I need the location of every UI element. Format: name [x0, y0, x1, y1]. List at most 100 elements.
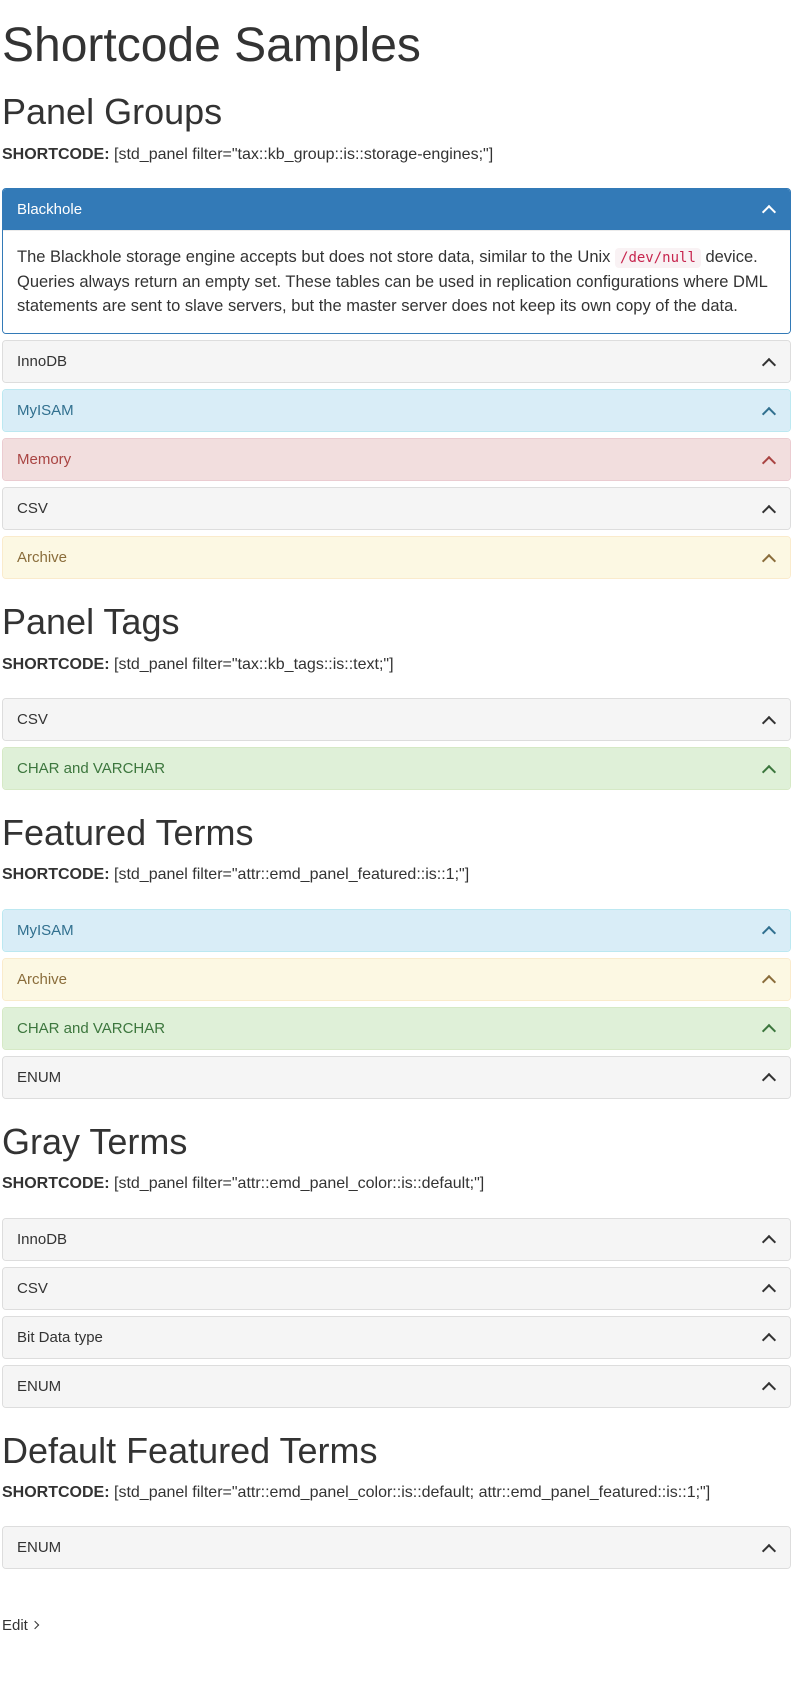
panel: Archive [2, 958, 791, 1001]
panel: MyISAM [2, 389, 791, 432]
panel-group: ENUM [2, 1526, 791, 1569]
panel-title: Archive [17, 547, 67, 568]
panel-header[interactable]: ENUM [3, 1366, 790, 1407]
panel-title: Bit Data type [17, 1327, 103, 1348]
panel: MyISAM [2, 909, 791, 952]
panel: ENUM [2, 1365, 791, 1408]
shortcode-line: SHORTCODE: [std_panel filter="tax::kb_gr… [2, 144, 791, 166]
panel-title: InnoDB [17, 1229, 67, 1250]
panel-title: ENUM [17, 1376, 61, 1397]
chevron-up-icon [762, 453, 776, 467]
shortcode-value: [std_panel filter="tax::kb_tags::is::tex… [110, 656, 394, 673]
section-title: Default Featured Terms [2, 1426, 791, 1476]
panel-header[interactable]: InnoDB [3, 1219, 790, 1260]
panel: CHAR and VARCHAR [2, 747, 791, 790]
panel-title: CSV [17, 1278, 48, 1299]
chevron-up-icon [762, 1070, 776, 1084]
panel: CSV [2, 487, 791, 530]
shortcode-label: SHORTCODE: [2, 146, 110, 163]
panel-title: MyISAM [17, 400, 74, 421]
panel: Memory [2, 438, 791, 481]
panel-body: The Blackhole storage engine accepts but… [3, 230, 790, 333]
panel-title: ENUM [17, 1067, 61, 1088]
chevron-up-icon [762, 502, 776, 516]
section-title: Gray Terms [2, 1117, 791, 1167]
panel-header[interactable]: CSV [3, 488, 790, 529]
panel-title: MyISAM [17, 920, 74, 941]
panel-group: MyISAM Archive CHAR and VARCHAR ENUM [2, 909, 791, 1099]
shortcode-line: SHORTCODE: [std_panel filter="tax::kb_ta… [2, 654, 791, 676]
panel-title: Blackhole [17, 199, 82, 220]
panel-title: Archive [17, 969, 67, 990]
chevron-up-icon [762, 1281, 776, 1295]
chevron-up-icon [762, 1232, 776, 1246]
chevron-up-icon [762, 972, 776, 986]
shortcode-value: [std_panel filter="attr::emd_panel_color… [110, 1484, 711, 1501]
chevron-up-icon [762, 202, 776, 216]
panel: CSV [2, 698, 791, 741]
panel-header[interactable]: CHAR and VARCHAR [3, 1008, 790, 1049]
code-inline: /dev/null [615, 248, 701, 268]
chevron-up-icon [762, 762, 776, 776]
chevron-up-icon [762, 713, 776, 727]
panel: ENUM [2, 1056, 791, 1099]
shortcode-label: SHORTCODE: [2, 656, 110, 673]
panel: InnoDB [2, 340, 791, 383]
panel-header[interactable]: MyISAM [3, 910, 790, 951]
panel-header[interactable]: Archive [3, 537, 790, 578]
panel-title: InnoDB [17, 351, 67, 372]
panel-group: CSV CHAR and VARCHAR [2, 698, 791, 790]
chevron-up-icon [762, 1541, 776, 1555]
panel: ENUM [2, 1526, 791, 1569]
shortcode-value: [std_panel filter="attr::emd_panel_featu… [110, 866, 470, 883]
panel-header[interactable]: ENUM [3, 1527, 790, 1568]
edit-link-label: Edit [2, 1615, 28, 1636]
panel: CHAR and VARCHAR [2, 1007, 791, 1050]
panel-title: CSV [17, 498, 48, 519]
chevron-up-icon [762, 551, 776, 565]
chevron-up-icon [762, 404, 776, 418]
shortcode-value: [std_panel filter="attr::emd_panel_color… [110, 1175, 485, 1192]
chevron-up-icon [762, 355, 776, 369]
chevron-up-icon [762, 1379, 776, 1393]
panel: Archive [2, 536, 791, 579]
panel: CSV [2, 1267, 791, 1310]
panel: Bit Data type [2, 1316, 791, 1359]
shortcode-label: SHORTCODE: [2, 866, 110, 883]
shortcode-line: SHORTCODE: [std_panel filter="attr::emd_… [2, 1482, 791, 1504]
panel-header[interactable]: Bit Data type [3, 1317, 790, 1358]
shortcode-label: SHORTCODE: [2, 1175, 110, 1192]
panel-title: Memory [17, 449, 71, 470]
panel-header[interactable]: CHAR and VARCHAR [3, 748, 790, 789]
panel-title: CSV [17, 709, 48, 730]
shortcode-line: SHORTCODE: [std_panel filter="attr::emd_… [2, 864, 791, 886]
panel-header[interactable]: Blackhole [3, 189, 790, 230]
section-title: Panel Groups [2, 87, 791, 137]
panel-group: InnoDB CSV Bit Data type ENUM [2, 1218, 791, 1408]
panel-title: CHAR and VARCHAR [17, 758, 165, 779]
shortcode-line: SHORTCODE: [std_panel filter="attr::emd_… [2, 1173, 791, 1195]
panel-header[interactable]: InnoDB [3, 341, 790, 382]
page-title: Shortcode Samples [2, 12, 791, 79]
panel-group: Blackhole The Blackhole storage engine ac… [2, 188, 791, 579]
shortcode-label: SHORTCODE: [2, 1484, 110, 1501]
panel: InnoDB [2, 1218, 791, 1261]
chevron-right-icon [31, 1621, 39, 1629]
panel-header[interactable]: Memory [3, 439, 790, 480]
section-title: Featured Terms [2, 808, 791, 858]
chevron-up-icon [762, 1021, 776, 1035]
panel-title: ENUM [17, 1537, 61, 1558]
panel-header[interactable]: CSV [3, 1268, 790, 1309]
panel-header[interactable]: Archive [3, 959, 790, 1000]
panel-body-text: The Blackhole storage engine accepts but… [17, 248, 615, 266]
section-title: Panel Tags [2, 597, 791, 647]
panel-header[interactable]: CSV [3, 699, 790, 740]
panel-header[interactable]: MyISAM [3, 390, 790, 431]
panel-title: CHAR and VARCHAR [17, 1018, 165, 1039]
shortcode-value: [std_panel filter="tax::kb_group::is::st… [110, 146, 494, 163]
edit-link[interactable]: Edit [2, 1615, 38, 1636]
panel: Blackhole The Blackhole storage engine ac… [2, 188, 791, 334]
chevron-up-icon [762, 923, 776, 937]
panel-header[interactable]: ENUM [3, 1057, 790, 1098]
chevron-up-icon [762, 1330, 776, 1344]
